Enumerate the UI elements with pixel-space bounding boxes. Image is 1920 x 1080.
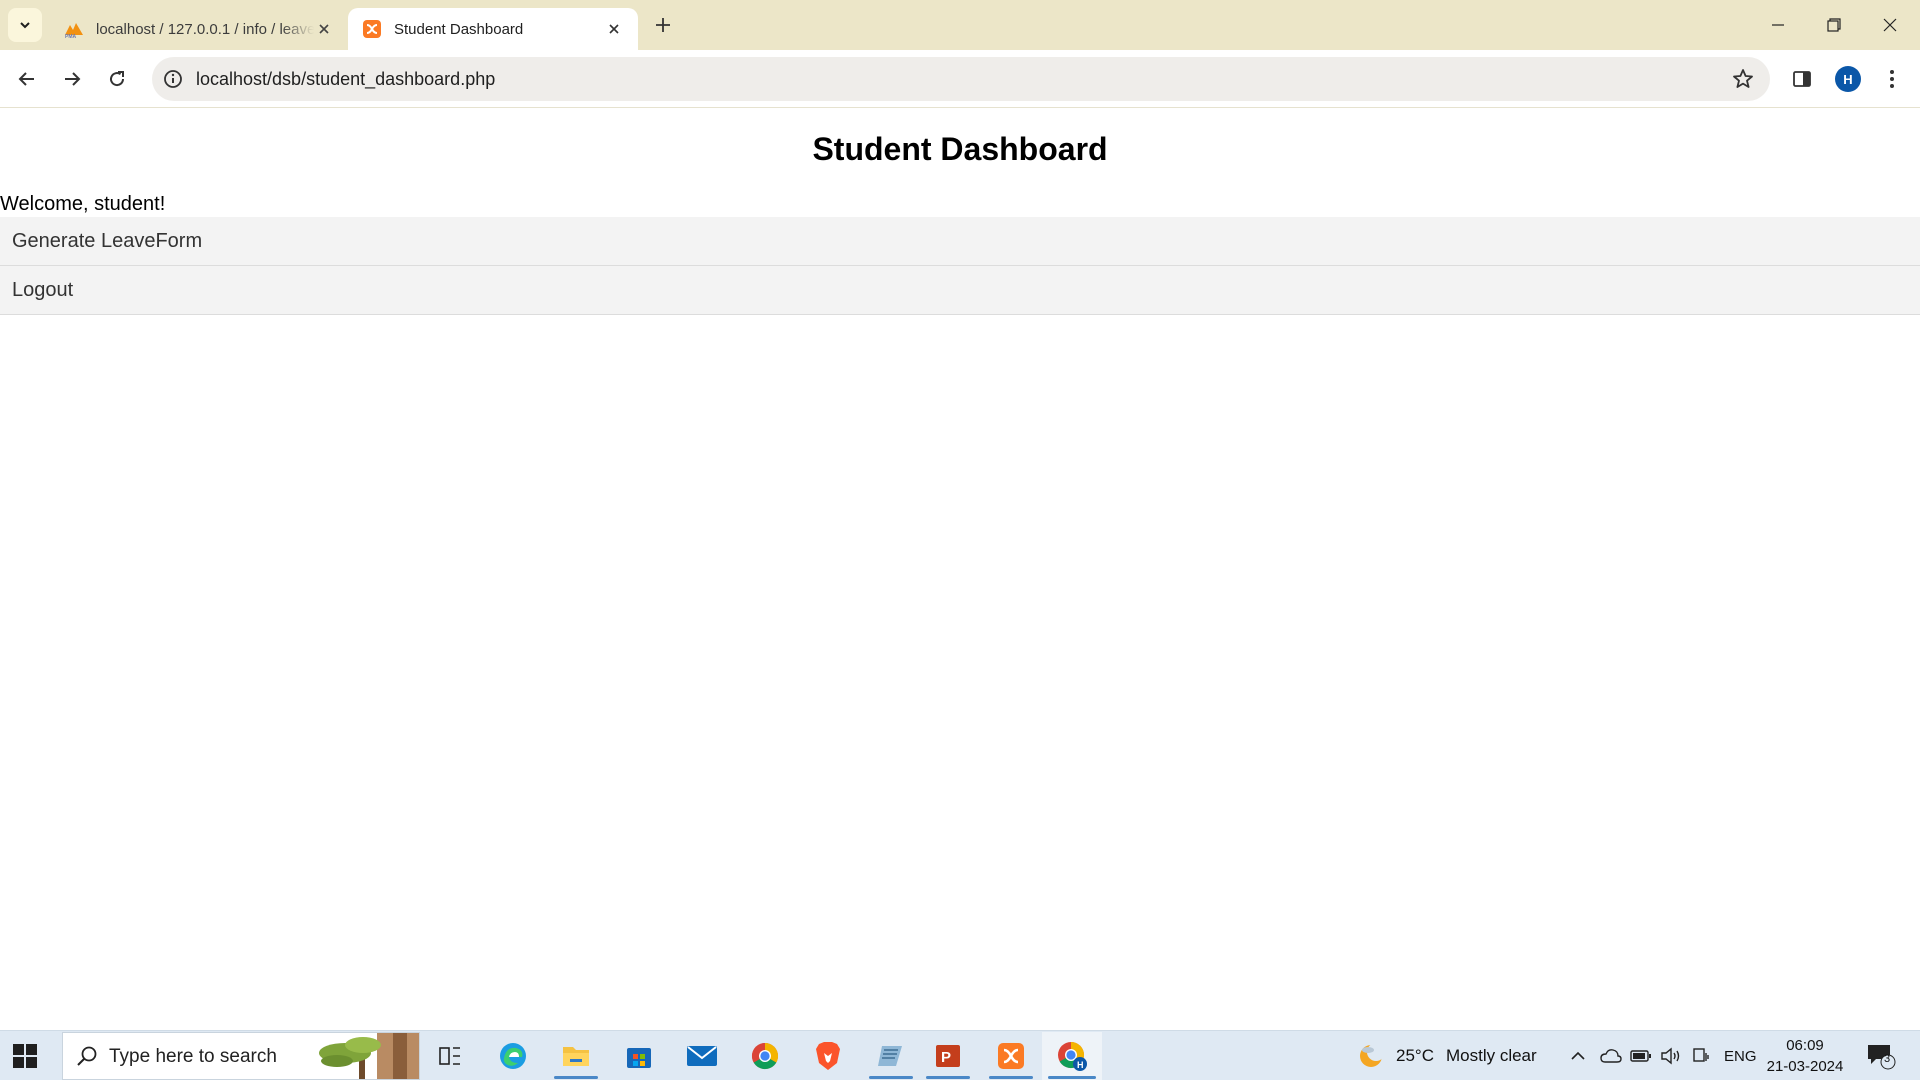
- moon-weather-icon: [1360, 1043, 1385, 1067]
- brave-button[interactable]: [800, 1032, 856, 1080]
- address-bar[interactable]: localhost/dsb/student_dashboard.php: [152, 57, 1770, 101]
- restore-icon: [1827, 18, 1841, 32]
- task-view-button[interactable]: [422, 1032, 478, 1080]
- weather-condition: Mostly clear: [1445, 1046, 1537, 1065]
- tab-phpmyadmin[interactable]: PMA localhost / 127.0.0.1 / info / leave: [50, 8, 348, 50]
- reload-button[interactable]: [99, 61, 135, 97]
- file-explorer-button[interactable]: [548, 1032, 604, 1080]
- search-icon: [77, 1046, 97, 1066]
- volume-control[interactable]: [1660, 1031, 1682, 1080]
- svg-text:PMA: PMA: [65, 34, 77, 39]
- powerpoint-icon: P: [936, 1045, 960, 1067]
- menu-button[interactable]: [1874, 61, 1910, 97]
- taskbar-search[interactable]: Type here to search: [62, 1032, 420, 1080]
- side-panel-icon: [1793, 71, 1811, 87]
- search-placeholder: Type here to search: [109, 1046, 277, 1067]
- speaker-icon: [1661, 1047, 1680, 1065]
- tab-search-button[interactable]: [8, 8, 42, 42]
- bookmark-star-icon[interactable]: [1732, 68, 1754, 90]
- profile-button[interactable]: H: [1830, 61, 1866, 97]
- onedrive-status[interactable]: [1600, 1031, 1622, 1080]
- running-indicator: [989, 1076, 1033, 1079]
- forward-button[interactable]: [54, 61, 90, 97]
- phpmyadmin-icon: PMA: [65, 23, 83, 39]
- notification-count: 3: [1884, 1053, 1891, 1065]
- microsoft-store-button[interactable]: [611, 1032, 667, 1080]
- close-icon[interactable]: [314, 19, 334, 39]
- restore-button[interactable]: [1806, 0, 1862, 50]
- running-indicator: [926, 1076, 970, 1079]
- arrow-left-icon: [18, 72, 34, 86]
- close-icon[interactable]: [604, 19, 624, 39]
- tab-title: localhost / 127.0.0.1 / info / leave: [96, 20, 314, 38]
- back-button[interactable]: [9, 61, 45, 97]
- task-view-icon: [439, 1047, 460, 1065]
- tab-student-dashboard[interactable]: Student Dashboard: [348, 8, 638, 50]
- tab-strip: PMA localhost / 127.0.0.1 / info / leave…: [0, 0, 1920, 50]
- close-window-button[interactable]: [1862, 0, 1918, 50]
- close-icon: [1883, 18, 1897, 32]
- url-text[interactable]: localhost/dsb/student_dashboard.php: [196, 69, 495, 90]
- taskbar: Type here to search P H 25°C Mostly clea…: [0, 1030, 1920, 1080]
- minimize-button[interactable]: [1750, 0, 1806, 50]
- chevron-up-icon: [1571, 1051, 1585, 1060]
- notification-icon: [1868, 1045, 1896, 1070]
- cloud-network-icon: [1600, 1049, 1622, 1063]
- welcome-message: Welcome, student!: [0, 193, 166, 215]
- svg-text:P: P: [941, 1049, 951, 1066]
- input-language[interactable]: ENG: [1724, 1031, 1757, 1080]
- brave-icon: [816, 1042, 840, 1070]
- more-vert-icon: [1890, 70, 1894, 88]
- tree-illustration-icon: [319, 1033, 419, 1079]
- tab-title: Student Dashboard: [394, 20, 524, 38]
- system-clock[interactable]: 06:09 21-03-2024: [1760, 1035, 1850, 1077]
- mail-button[interactable]: [674, 1032, 730, 1080]
- weather-temp: 25°C: [1396, 1046, 1434, 1065]
- display-status[interactable]: [1692, 1031, 1710, 1080]
- notepad-icon: [878, 1046, 902, 1066]
- generate-leaveform-link[interactable]: Generate LeaveForm: [0, 217, 1920, 266]
- logout-link[interactable]: Logout: [0, 266, 1920, 315]
- powerpoint-button[interactable]: P: [920, 1032, 976, 1080]
- minimize-icon: [1772, 24, 1784, 26]
- xampp-icon: [998, 1043, 1024, 1069]
- notepad-button[interactable]: [863, 1032, 919, 1080]
- chevron-down-icon: [20, 22, 30, 29]
- clock-time: 06:09: [1786, 1037, 1824, 1054]
- running-indicator: [1048, 1076, 1096, 1079]
- page-content: Student Dashboard Welcome, student! Gene…: [0, 109, 1920, 1030]
- weather-widget[interactable]: 25°C Mostly clear: [1356, 1031, 1537, 1080]
- browser-toolbar: localhost/dsb/student_dashboard.php H: [0, 50, 1920, 108]
- folder-icon: [563, 1047, 589, 1066]
- xampp-icon: [363, 20, 381, 38]
- page-title: Student Dashboard: [812, 131, 1108, 167]
- svg-text:H: H: [1077, 1060, 1084, 1070]
- arrow-right-icon: [65, 72, 81, 86]
- notification-center-button[interactable]: 3: [1866, 1042, 1896, 1070]
- dashboard-menu: Generate LeaveForm Logout: [0, 217, 1920, 315]
- chrome-profile-button[interactable]: H: [1042, 1032, 1102, 1080]
- battery-status[interactable]: [1630, 1031, 1652, 1080]
- edge-icon: [500, 1043, 526, 1069]
- chrome-icon: [751, 1042, 779, 1070]
- side-panel-button[interactable]: [1784, 61, 1820, 97]
- edge-button[interactable]: [485, 1032, 541, 1080]
- display-icon: [1693, 1048, 1709, 1062]
- info-icon[interactable]: [162, 68, 184, 90]
- new-tab-button[interactable]: [650, 12, 676, 38]
- reload-icon: [110, 71, 125, 87]
- chrome-profile-icon: H: [1058, 1041, 1087, 1071]
- running-indicator: [869, 1076, 913, 1079]
- avatar: H: [1835, 66, 1861, 92]
- mail-icon: [687, 1046, 717, 1066]
- clock-date: 21-03-2024: [1766, 1058, 1844, 1075]
- chrome-button[interactable]: [737, 1032, 793, 1080]
- running-indicator: [554, 1076, 598, 1079]
- show-hidden-icons-button[interactable]: [1570, 1031, 1586, 1080]
- battery-icon: [1630, 1050, 1651, 1062]
- store-icon: [627, 1048, 651, 1068]
- plus-icon: [656, 18, 670, 32]
- windows-start-icon[interactable]: [12, 1043, 38, 1069]
- xampp-button[interactable]: [983, 1032, 1039, 1080]
